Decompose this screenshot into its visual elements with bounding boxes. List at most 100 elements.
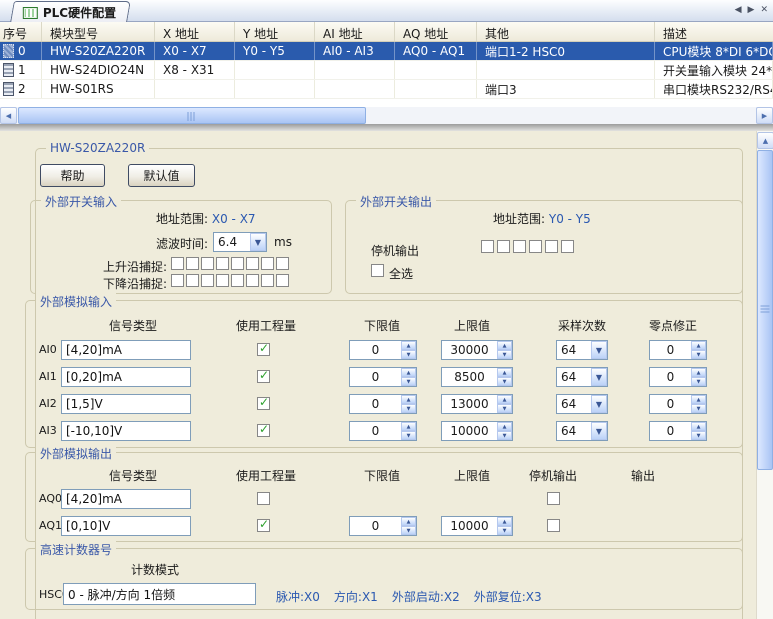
spin-down-icon[interactable]: ▼ <box>691 431 706 440</box>
use-eng-checkbox[interactable] <box>257 370 270 383</box>
sample-count-combo[interactable]: 64 ▼ <box>556 421 608 441</box>
spin-down-icon[interactable]: ▼ <box>401 404 416 413</box>
combo-arrow-icon[interactable]: ▼ <box>591 395 607 413</box>
filter-time-combo[interactable]: 6.4 ▼ <box>213 232 267 252</box>
stop-output-checkbox[interactable] <box>513 240 526 253</box>
rising-edge-checkbox[interactable] <box>231 257 244 270</box>
scroll-left-button[interactable]: ◀ <box>0 107 17 124</box>
stop-output-checkbox[interactable] <box>497 240 510 253</box>
high-limit-spinner[interactable]: 10000 ▲▼ <box>441 516 513 536</box>
zero-offset-spinner[interactable]: 0 ▲▼ <box>649 394 707 414</box>
spin-up-icon[interactable]: ▲ <box>497 341 512 350</box>
spin-down-icon[interactable]: ▼ <box>497 526 512 535</box>
sample-count-combo[interactable]: 64 ▼ <box>556 367 608 387</box>
vertical-scrollbar-thumb[interactable] <box>757 150 773 470</box>
horizontal-scrollbar[interactable]: ◀ ▶ <box>0 107 773 124</box>
zero-offset-spinner[interactable]: 0 ▲▼ <box>649 340 707 360</box>
spin-up-icon[interactable]: ▲ <box>401 341 416 350</box>
tab-plc-hardware-config[interactable]: PLC硬件配置 <box>10 1 131 22</box>
spin-down-icon[interactable]: ▼ <box>401 350 416 359</box>
spin-up-icon[interactable]: ▲ <box>497 395 512 404</box>
falling-edge-checkbox[interactable] <box>216 274 229 287</box>
spin-up-icon[interactable]: ▲ <box>497 517 512 526</box>
combo-arrow-icon[interactable]: ▼ <box>591 422 607 440</box>
combo-arrow-icon[interactable]: ▼ <box>250 233 266 251</box>
use-eng-checkbox[interactable] <box>257 424 270 437</box>
table-row-2[interactable]: 2 HW-S01RS 端口3 串口模块RS232/RS485 <box>0 80 773 99</box>
combo-arrow-icon[interactable]: ▼ <box>591 341 607 359</box>
stop-output-checkbox[interactable] <box>561 240 574 253</box>
spin-down-icon[interactable]: ▼ <box>497 350 512 359</box>
low-limit-spinner[interactable]: 0 ▲▼ <box>349 340 417 360</box>
high-limit-spinner[interactable]: 10000 ▲▼ <box>441 421 513 441</box>
use-eng-checkbox[interactable] <box>257 343 270 356</box>
rising-edge-checkbox[interactable] <box>261 257 274 270</box>
horizontal-scrollbar-thumb[interactable] <box>18 107 366 124</box>
vertical-scrollbar[interactable]: ▲ <box>756 131 773 619</box>
spin-down-icon[interactable]: ▼ <box>401 526 416 535</box>
table-row-0[interactable]: 0 HW-S20ZA220R X0 - X7 Y0 - Y5 AI0 - AI3… <box>0 42 773 61</box>
help-button[interactable]: 帮助 <box>40 164 105 187</box>
scroll-tabs-left-icon[interactable]: ◀ <box>735 4 742 16</box>
sample-count-combo[interactable]: 64 ▼ <box>556 340 608 360</box>
stop-output-checkbox[interactable] <box>529 240 542 253</box>
rising-edge-checkbox[interactable] <box>216 257 229 270</box>
signal-type-input[interactable] <box>61 489 191 509</box>
falling-edge-checkbox[interactable] <box>171 274 184 287</box>
signal-type-input[interactable] <box>61 516 191 536</box>
low-limit-spinner[interactable]: 0 ▲▼ <box>349 421 417 441</box>
rising-edge-checkbox[interactable] <box>186 257 199 270</box>
splitter-divider[interactable] <box>0 124 773 131</box>
rising-edge-checkbox[interactable] <box>201 257 214 270</box>
low-limit-spinner[interactable]: 0 ▲▼ <box>349 394 417 414</box>
falling-edge-checkbox[interactable] <box>201 274 214 287</box>
use-eng-checkbox[interactable] <box>257 519 270 532</box>
signal-type-input[interactable] <box>61 367 191 387</box>
low-limit-spinner[interactable]: 0 ▲▼ <box>349 367 417 387</box>
scroll-tabs-right-icon[interactable]: ▶ <box>748 4 755 16</box>
stop-output-checkbox[interactable] <box>481 240 494 253</box>
select-all-checkbox[interactable] <box>371 264 384 277</box>
stop-output-checkbox[interactable] <box>547 492 560 505</box>
use-eng-checkbox[interactable] <box>257 492 270 505</box>
high-limit-spinner[interactable]: 30000 ▲▼ <box>441 340 513 360</box>
falling-edge-checkbox[interactable] <box>261 274 274 287</box>
combo-arrow-icon[interactable]: ▼ <box>591 368 607 386</box>
spin-up-icon[interactable]: ▲ <box>691 422 706 431</box>
count-mode-input[interactable] <box>63 583 256 605</box>
spin-up-icon[interactable]: ▲ <box>691 395 706 404</box>
rising-edge-checkbox[interactable] <box>246 257 259 270</box>
spin-up-icon[interactable]: ▲ <box>497 422 512 431</box>
low-limit-spinner[interactable]: 0 ▲▼ <box>349 516 417 536</box>
falling-edge-checkbox[interactable] <box>276 274 289 287</box>
signal-type-input[interactable] <box>61 421 191 441</box>
high-limit-spinner[interactable]: 8500 ▲▼ <box>441 367 513 387</box>
signal-type-input[interactable] <box>61 394 191 414</box>
spin-down-icon[interactable]: ▼ <box>691 377 706 386</box>
stop-output-checkbox[interactable] <box>547 519 560 532</box>
spin-down-icon[interactable]: ▼ <box>401 431 416 440</box>
close-tab-icon[interactable]: ✕ <box>760 4 768 16</box>
spin-up-icon[interactable]: ▲ <box>691 368 706 377</box>
falling-edge-checkbox[interactable] <box>231 274 244 287</box>
spin-down-icon[interactable]: ▼ <box>497 404 512 413</box>
high-limit-spinner[interactable]: 13000 ▲▼ <box>441 394 513 414</box>
spin-up-icon[interactable]: ▲ <box>401 517 416 526</box>
falling-edge-checkbox[interactable] <box>186 274 199 287</box>
spin-down-icon[interactable]: ▼ <box>691 404 706 413</box>
spin-up-icon[interactable]: ▲ <box>401 422 416 431</box>
table-row-1[interactable]: 1 HW-S24DIO24N X8 - X31 开关量输入模块 24*D <box>0 61 773 80</box>
spin-down-icon[interactable]: ▼ <box>401 377 416 386</box>
rising-edge-checkbox[interactable] <box>171 257 184 270</box>
spin-up-icon[interactable]: ▲ <box>401 395 416 404</box>
spin-up-icon[interactable]: ▲ <box>401 368 416 377</box>
scroll-up-button[interactable]: ▲ <box>757 132 773 149</box>
stop-output-checkbox[interactable] <box>545 240 558 253</box>
spin-up-icon[interactable]: ▲ <box>691 341 706 350</box>
rising-edge-checkbox[interactable] <box>276 257 289 270</box>
zero-offset-spinner[interactable]: 0 ▲▼ <box>649 367 707 387</box>
spin-down-icon[interactable]: ▼ <box>497 431 512 440</box>
defaults-button[interactable]: 默认值 <box>128 164 195 187</box>
falling-edge-checkbox[interactable] <box>246 274 259 287</box>
signal-type-input[interactable] <box>61 340 191 360</box>
